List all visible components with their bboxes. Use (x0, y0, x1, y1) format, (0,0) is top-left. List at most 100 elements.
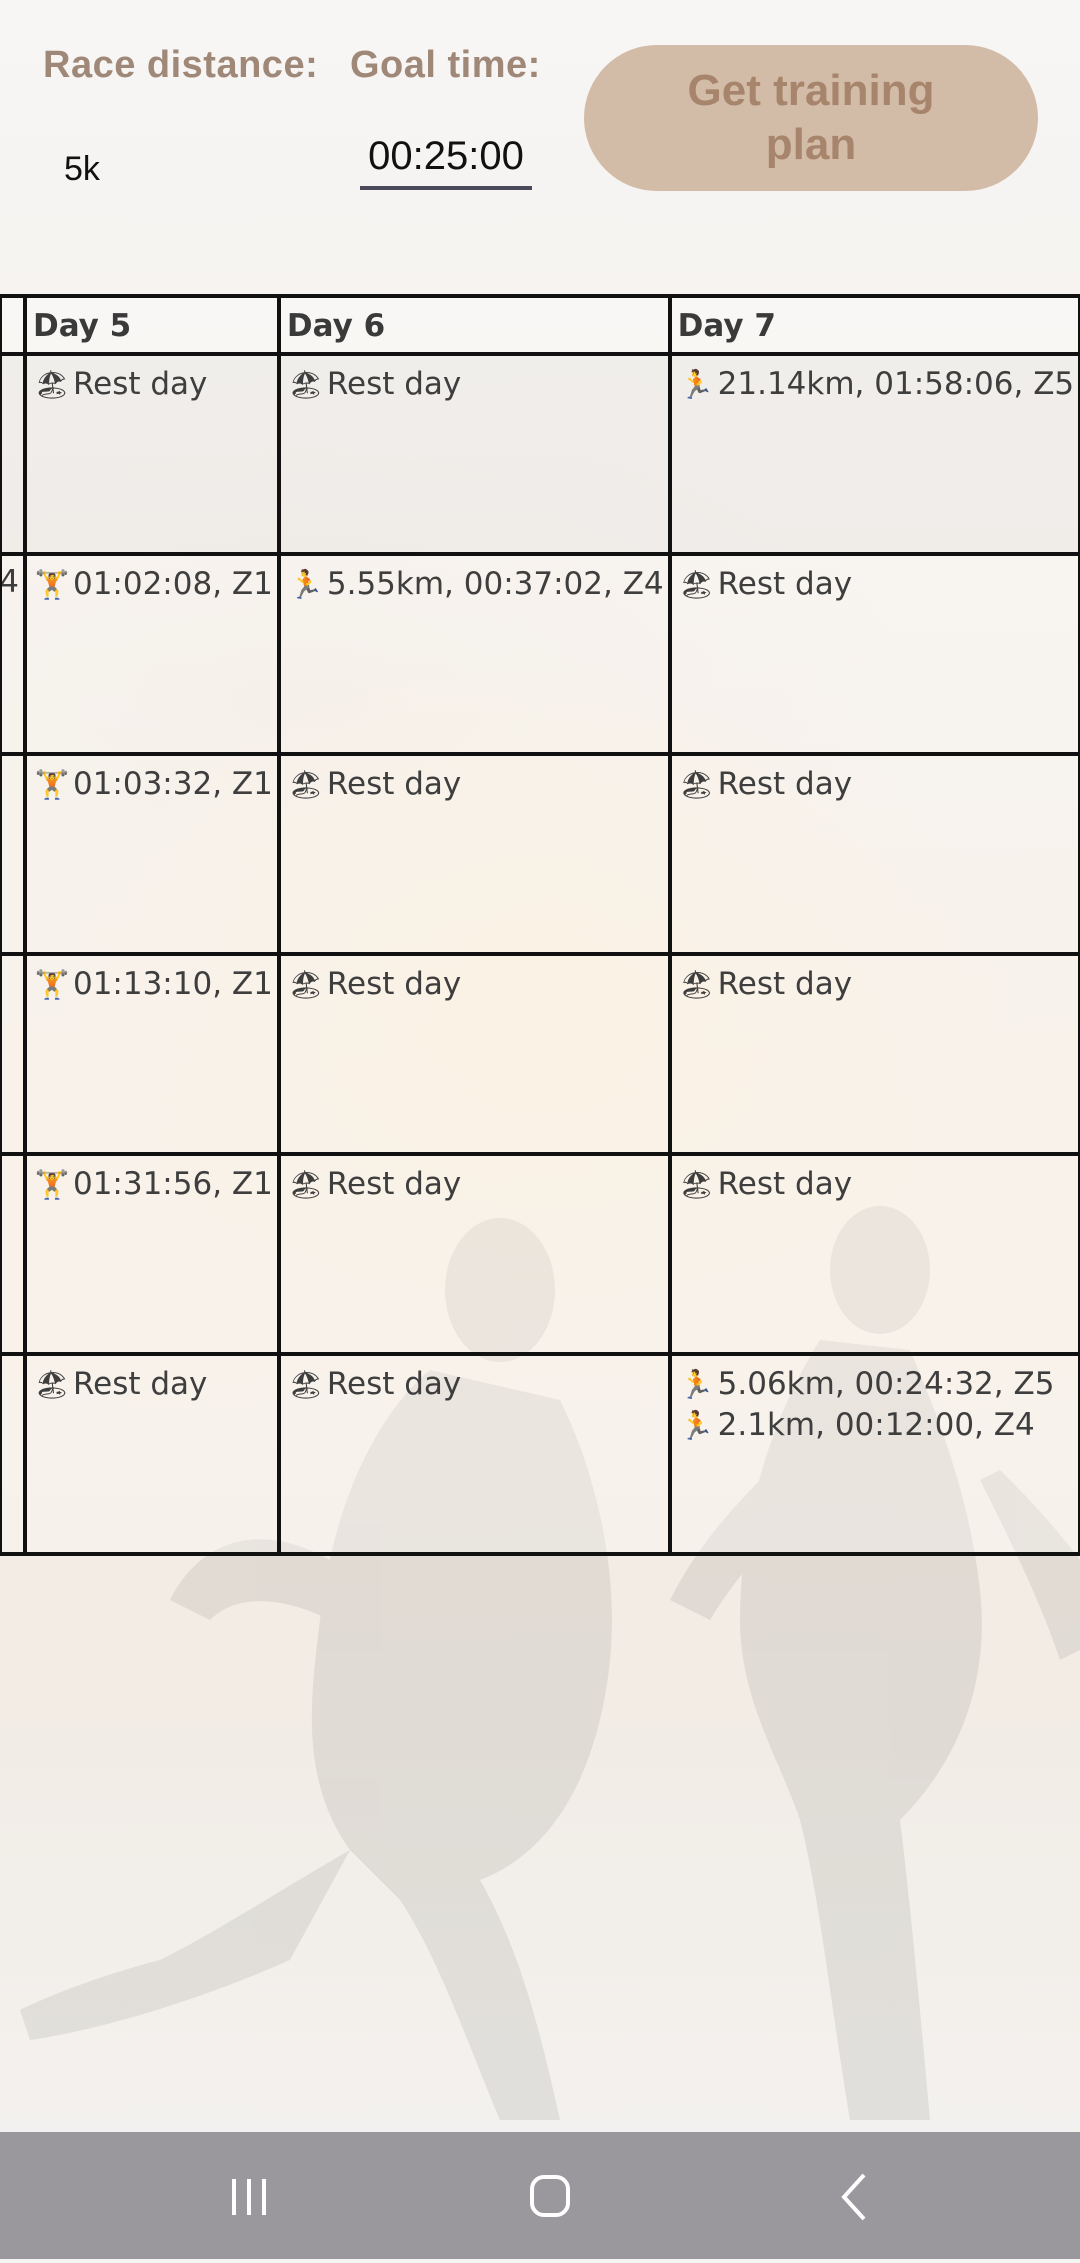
rest-icon: 🏖 (288, 368, 324, 401)
rest-icon: 🏖 (678, 768, 715, 801)
run-icon: 🏃 (679, 1409, 715, 1442)
home-icon (530, 2175, 570, 2217)
run-icon: 🏃 (679, 368, 715, 401)
workout-entry: 🏋 01:31:56, Z1 (33, 1164, 273, 1205)
table-cell-day-7: 🏃 21.14km, 01:58:06, Z5 (667, 352, 1080, 556)
workout-text: Rest day (72, 1366, 208, 1402)
rest-icon: 🏖 (678, 968, 715, 1001)
table-cell-day-7: 🏖 Rest day (667, 952, 1080, 1156)
cut-cell-text: 4 (4, 1406, 19, 1442)
workout-entry: 🏖 Rest day (287, 1364, 664, 1405)
rest-icon: 🏖 (34, 1368, 70, 1401)
rest-icon: 🏖 (678, 568, 715, 601)
table-cell-day-5: 🏋 01:13:10, Z1 (22, 952, 281, 1156)
workout-text: Rest day (326, 1166, 462, 1202)
table-cell-day-5: 🏖 Rest day (22, 1352, 281, 1556)
cut-cell-text: 4 (4, 406, 19, 442)
run-icon: 🏃 (288, 568, 324, 601)
rest-icon: 🏖 (288, 1168, 324, 1201)
recents-button[interactable] (183, 2132, 303, 2259)
workout-text: Rest day (717, 766, 853, 802)
table-cell-day-6: 🏖 Rest day (276, 1352, 672, 1556)
table-header-day-7: Day 7 (667, 294, 1080, 356)
table-header-day-5: Day 5 (22, 294, 281, 356)
table-cell-day-5: 🏋 01:03:32, Z1 (22, 752, 281, 956)
table-cell-day-7: 🏖 Rest day (667, 1152, 1080, 1356)
table-row: Z4 🏋01:02:08, Z1 🏃5.55km, 00:37:02, Z4 🏖Res… (0, 552, 1080, 756)
workout-text: Rest day (717, 1166, 853, 1202)
workout-text: Rest day (717, 966, 853, 1002)
strength-icon: 🏋 (34, 968, 70, 1001)
workout-text: 5.06km, 00:24:32, Z5 (717, 1366, 1055, 1402)
training-plan-table: Day 5 Day 6 Day 7 4🏖Rest day🏖Rest day🏃21… (0, 294, 1080, 1556)
workout-entry: 🏃 5.55km, 00:37:02, Z4 (287, 564, 664, 605)
table-row: 4🏋01:31:56, Z1🏖Rest day🏖Rest day (0, 1152, 1080, 1356)
table-cell-day-6: 🏖 Rest day (276, 952, 672, 1156)
strength-icon: 🏋 (34, 768, 70, 801)
home-button[interactable] (484, 2132, 604, 2259)
table-cell-cut (0, 752, 27, 956)
table-row: 🏋 01:03:32, Z1 🏖 Rest day 🏖 Rest day (0, 752, 1080, 956)
table-cell-day-6: 🏖 Rest day (276, 1152, 672, 1356)
table-row: 🏋 01:13:10, Z1 🏖 Rest day 🏖 Rest day (0, 952, 1080, 1156)
workout-text: 01:31:56, Z1 (72, 1166, 273, 1202)
workout-entry: 🏖 Rest day (678, 964, 1075, 1005)
workout-entry: 🏃 5.06km, 00:24:32, Z5 (678, 1364, 1075, 1405)
table-header-row: Day 5 Day 6 Day 7 (0, 294, 1080, 356)
workout-text: 2.1km, 00:12:00, Z4 (717, 1407, 1035, 1443)
rest-icon: 🏖 (678, 1168, 715, 1201)
workout-entry: 🏋 01:03:32, Z1 (33, 764, 273, 805)
workout-text: Rest day (326, 1366, 462, 1402)
workout-text: 01:02:08, Z1 (72, 566, 273, 602)
table-cell-day-6: 🏖 Rest day (276, 352, 672, 556)
table-cell-day-6: 🏖 Rest day (276, 752, 672, 956)
rest-icon: 🏖 (288, 768, 324, 801)
goal-time-input[interactable] (360, 126, 532, 190)
workout-entry: 🏃 21.14km, 01:58:06, Z5 (678, 364, 1075, 405)
workout-text: 01:03:32, Z1 (72, 766, 273, 802)
table-cell-day-5: 🏋 01:31:56, Z1 (22, 1152, 281, 1356)
goal-time-label: Goal time: (350, 44, 541, 86)
table-cell-day-5: 🏋 01:02:08, Z1 (22, 552, 281, 756)
table-cell-cut: Z4 (0, 552, 27, 756)
table-row: 4🏖Rest day🏖Rest day🏃21.14km, 01:58:06, Z… (0, 352, 1080, 556)
workout-text: 5.55km, 00:37:02, Z4 (326, 566, 664, 602)
rest-icon: 🏖 (288, 1368, 324, 1401)
workout-text: Rest day (326, 966, 462, 1002)
run-icon: 🏃 (679, 1368, 715, 1401)
workout-entry: 🏋 01:02:08, Z1 (33, 564, 273, 605)
table-header-cell-cut (0, 294, 27, 356)
workout-entry: 🏖 Rest day (287, 364, 664, 405)
back-button[interactable] (788, 2132, 908, 2259)
rest-icon: 🏖 (34, 368, 70, 401)
workout-entry: 🏖 Rest day (678, 764, 1075, 805)
rest-icon: 🏖 (288, 968, 324, 1001)
race-distance-select[interactable]: 5k (64, 150, 100, 189)
table-cell-day-6: 🏃 5.55km, 00:37:02, Z4 (276, 552, 672, 756)
table-header-day-6: Day 6 (276, 294, 672, 356)
workout-text: Rest day (72, 366, 208, 402)
workout-entry: 🏖 Rest day (33, 364, 273, 405)
workout-text: Rest day (717, 566, 853, 602)
workout-entry: 🏃 2.1km, 00:12:00, Z4 (678, 1405, 1075, 1446)
get-training-plan-button[interactable]: Get training plan (584, 45, 1038, 191)
workout-text: Rest day (326, 366, 462, 402)
table-row: 4🏖Rest day🏖Rest day🏃5.06km, 00:24:32, Z5… (0, 1352, 1080, 1556)
cut-cell-text: Z4 (0, 564, 19, 600)
recents-icon (232, 2179, 266, 2215)
system-navigation-bar (0, 2132, 1080, 2259)
table-cell-cut: 4 (0, 352, 27, 556)
table-cell-day-5: 🏖 Rest day (22, 352, 281, 556)
workout-entry: 🏖 Rest day (33, 1364, 273, 1405)
workout-entry: 🏋 01:13:10, Z1 (33, 964, 273, 1005)
workout-text: 01:13:10, Z1 (72, 966, 273, 1002)
workout-text: 21.14km, 01:58:06, Z5 (717, 366, 1075, 402)
table-cell-cut: 4 (0, 1352, 27, 1556)
cut-cell-text: 4 (4, 1206, 19, 1242)
workout-entry: 🏖 Rest day (287, 1164, 664, 1205)
strength-icon: 🏋 (34, 568, 70, 601)
back-icon (841, 2173, 866, 2221)
workout-text: Rest day (326, 766, 462, 802)
table-cell-day-7: 🏃 5.06km, 00:24:32, Z5 🏃 2.1km, 00:12:00, Z… (667, 1352, 1080, 1556)
table-cell-cut (0, 952, 27, 1156)
